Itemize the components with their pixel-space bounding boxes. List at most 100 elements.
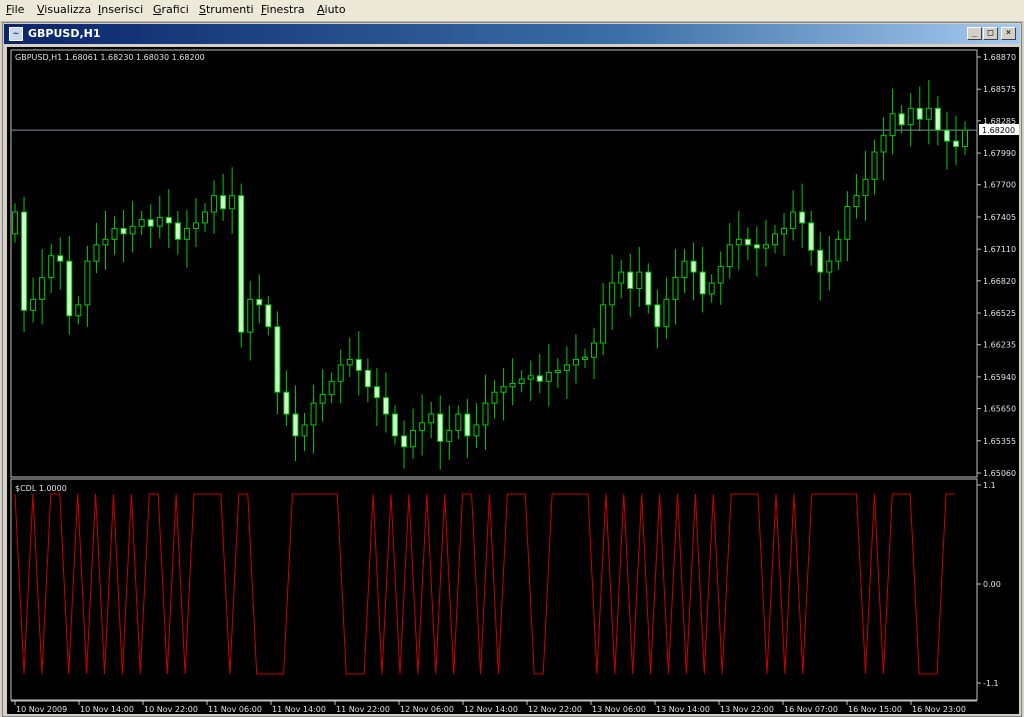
time-axis-label: 13 Nov 14:00 [656,705,710,714]
candle-body [39,277,46,300]
candle-body [726,244,733,268]
candle-body [392,413,398,437]
candle-body [419,422,426,431]
candle-body [500,386,507,393]
menu-finestra[interactable]: Finestra [261,3,305,16]
time-axis-label: 12 Nov 22:00 [528,705,582,714]
price-axis-label: 1.68870 [983,53,1016,62]
close-button[interactable]: × [1001,27,1016,40]
candle-body [238,195,245,333]
candle-body [654,304,661,328]
candle-body [247,298,254,333]
menu-bar: File Visualizza Inserisci Grafici Strume… [0,0,1024,22]
candle-body [165,217,172,224]
candle-body [30,298,37,311]
candle-body [274,326,281,393]
time-axis-label: 11 Nov 06:00 [208,705,262,714]
candle-body [925,107,932,120]
candle-body [781,227,788,235]
menu-grafici[interactable]: Grafici [153,3,189,16]
candle-body [572,358,579,366]
candle-body [48,255,55,279]
candle-body [708,282,715,295]
time-axis-label: 12 Nov 14:00 [464,705,518,714]
time-axis-label: 13 Nov 22:00 [720,705,774,714]
candle-body [790,211,797,229]
candle-body [337,364,344,382]
candle-body [645,271,652,306]
candle-body [473,424,480,437]
price-axis-label: 1.67700 [983,181,1016,190]
candle-body [491,391,498,404]
time-axis-label: 11 Nov 14:00 [272,705,326,714]
candle-body [943,129,950,142]
price-axis-label: 1.67990 [983,149,1016,158]
candle-body [102,238,109,246]
candle-body [681,260,688,279]
menu-file[interactable]: File [6,3,24,16]
time-axis-label: 16 Nov 15:00 [848,705,902,714]
candle-body [817,249,824,273]
candle-body [464,413,471,437]
candle-body [672,277,679,300]
candle-body [57,255,64,262]
candle-body [66,260,73,317]
candle-body [563,364,570,371]
chart-area[interactable]: GBPUSD,H1 1.68061 1.68230 1.68030 1.6820… [7,47,1019,714]
candle-body [889,113,896,137]
candle-body [120,227,127,235]
candle-body [753,244,760,249]
price-axis-label: 1.66820 [983,277,1016,286]
candle-body [138,219,145,227]
chart-canvas[interactable]: GBPUSD,H1 1.68061 1.68230 1.68030 1.6820… [7,47,1019,714]
candle-body [609,282,616,306]
candle-body [220,195,227,210]
candle-body [129,225,136,235]
candle-body [211,195,218,213]
candle-body [835,238,842,262]
time-axis-label: 10 Nov 14:00 [80,705,134,714]
candle-body [952,140,959,148]
candle-body [111,227,118,240]
price-axis-label: 1.66525 [983,309,1016,318]
chart-window-icon: ~ [9,27,23,41]
candle-body [636,271,643,289]
candle-body [545,372,552,382]
price-axis-label: 1.65355 [983,437,1016,446]
candle-body [482,402,489,426]
price-axis-label: 1.67110 [983,245,1016,254]
candle-body [446,429,453,442]
candle-body [772,233,778,246]
candle-body [582,356,588,360]
candle-body [265,304,272,328]
price-axis-label: 1.66235 [983,341,1016,350]
candle-body [382,397,389,415]
candle-body [853,195,860,208]
window-titlebar[interactable]: ~ GBPUSD,H1 _ □ × [4,24,1020,44]
candle-body [93,244,100,262]
candle-body [84,260,91,306]
price-axis-label: 1.65060 [983,469,1016,478]
candle-body [591,342,598,358]
maximize-button[interactable]: □ [983,27,998,40]
window-title: GBPUSD,H1 [28,27,101,40]
candle-body [355,358,362,371]
cdl-indicator-line [14,493,955,675]
candle-body [147,219,154,227]
candle-body [934,107,941,131]
menu-visualizza[interactable]: Visualizza [37,3,91,16]
chart-header-text: GBPUSD,H1 1.68061 1.68230 1.68030 1.6820… [15,53,205,62]
time-axis-label: 16 Nov 07:00 [784,705,838,714]
menu-strumenti[interactable]: Strumenti [199,3,254,16]
candle-body [75,304,82,317]
candle-body [183,227,190,240]
menu-inserisci[interactable]: Inserisci [98,3,143,16]
candle-body [174,222,181,240]
time-axis-label: 13 Nov 06:00 [592,705,646,714]
menu-aiuto[interactable]: Aiuto [317,3,346,16]
current-price-label: 1.68200 [982,126,1015,135]
candle-body [292,413,299,437]
minimize-button[interactable]: _ [967,27,982,40]
price-axis-label: 1.65650 [983,405,1016,414]
time-axis-label: 11 Nov 22:00 [336,705,390,714]
